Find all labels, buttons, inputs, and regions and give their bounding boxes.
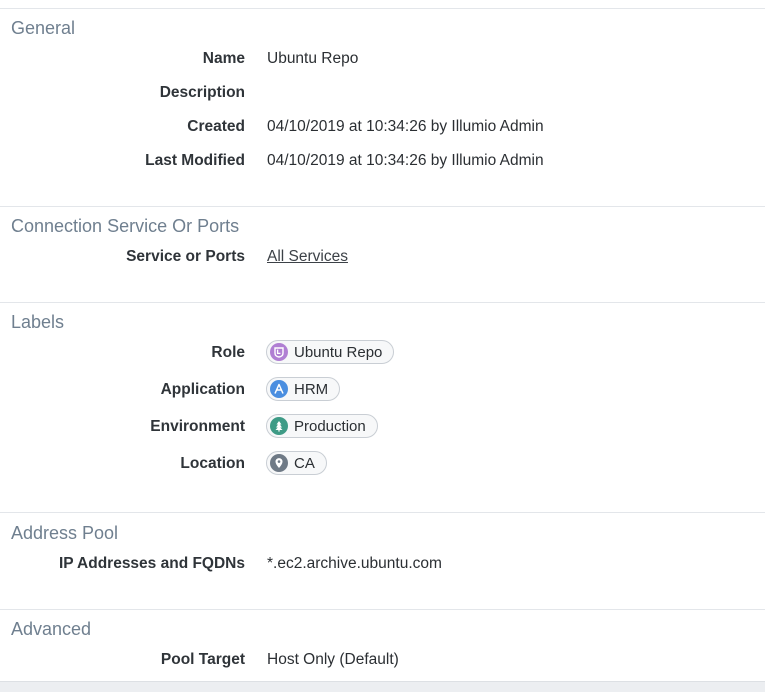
label-location: Location — [180, 455, 245, 472]
row-description: Description — [0, 81, 765, 105]
label-created: Created — [187, 118, 245, 135]
location-label-pill[interactable]: CA — [266, 451, 327, 475]
top-divider — [0, 8, 765, 9]
label-environment: Environment — [150, 418, 245, 435]
value-service-wrapper: All Services — [267, 245, 348, 269]
divider — [0, 512, 765, 513]
row-name: Name Ubuntu Repo — [0, 47, 765, 71]
label-pool-target: Pool Target — [160, 651, 245, 668]
label-ip-addresses: IP Addresses and FQDNs — [58, 555, 245, 572]
row-service-or-ports: Service or Ports All Services — [0, 245, 765, 269]
value-name: Ubuntu Repo — [267, 50, 359, 67]
section-title-labels: Labels — [11, 312, 65, 332]
value-created: 04/10/2019 at 10:34:26 by Illumio Admin — [267, 118, 544, 135]
application-label-pill[interactable]: HRM — [266, 377, 341, 401]
bottom-bar — [0, 681, 765, 692]
divider — [0, 302, 765, 303]
detail-page: General Name Ubuntu Repo Description Cre… — [0, 0, 765, 692]
role-icon — [270, 343, 288, 361]
section-title-general: General — [11, 18, 76, 38]
value-last-modified: 04/10/2019 at 10:34:26 by Illumio Admin — [267, 152, 544, 169]
label-role: Role — [211, 344, 245, 361]
label-last-modified: Last Modified — [145, 152, 245, 169]
section-title-address-pool: Address Pool — [11, 523, 119, 543]
role-label-text: Ubuntu Repo — [294, 343, 383, 361]
application-icon — [270, 380, 288, 398]
value-pool-target: Host Only (Default) — [267, 651, 399, 668]
label-name: Name — [202, 50, 245, 67]
divider — [0, 609, 765, 610]
divider — [0, 206, 765, 207]
value-ip-addresses: *.ec2.archive.ubuntu.com — [267, 555, 442, 572]
label-service-or-ports: Service or Ports — [126, 248, 245, 265]
section-title-connection: Connection Service Or Ports — [11, 216, 240, 236]
row-location: Location CA — [0, 451, 765, 476]
location-icon — [270, 454, 288, 472]
row-ip-addresses: IP Addresses and FQDNs *.ec2.archive.ubu… — [0, 552, 765, 576]
row-application: Application HRM — [0, 377, 765, 402]
environment-label-text: Production — [294, 417, 366, 435]
row-last-modified: Last Modified 04/10/2019 at 10:34:26 by … — [0, 149, 765, 173]
row-created: Created 04/10/2019 at 10:34:26 by Illumi… — [0, 115, 765, 139]
role-label-pill[interactable]: Ubuntu Repo — [266, 340, 395, 364]
all-services-link[interactable]: All Services — [267, 248, 348, 265]
label-application: Application — [160, 381, 245, 398]
row-environment: Environment Production — [0, 414, 765, 439]
row-pool-target: Pool Target Host Only (Default) — [0, 648, 765, 672]
environment-label-pill[interactable]: Production — [266, 414, 378, 438]
section-title-advanced: Advanced — [11, 619, 92, 639]
location-label-text: CA — [294, 454, 315, 472]
environment-icon — [270, 417, 288, 435]
row-role: Role Ubuntu Repo — [0, 340, 765, 365]
label-description: Description — [159, 84, 245, 101]
application-label-text: HRM — [294, 380, 329, 398]
